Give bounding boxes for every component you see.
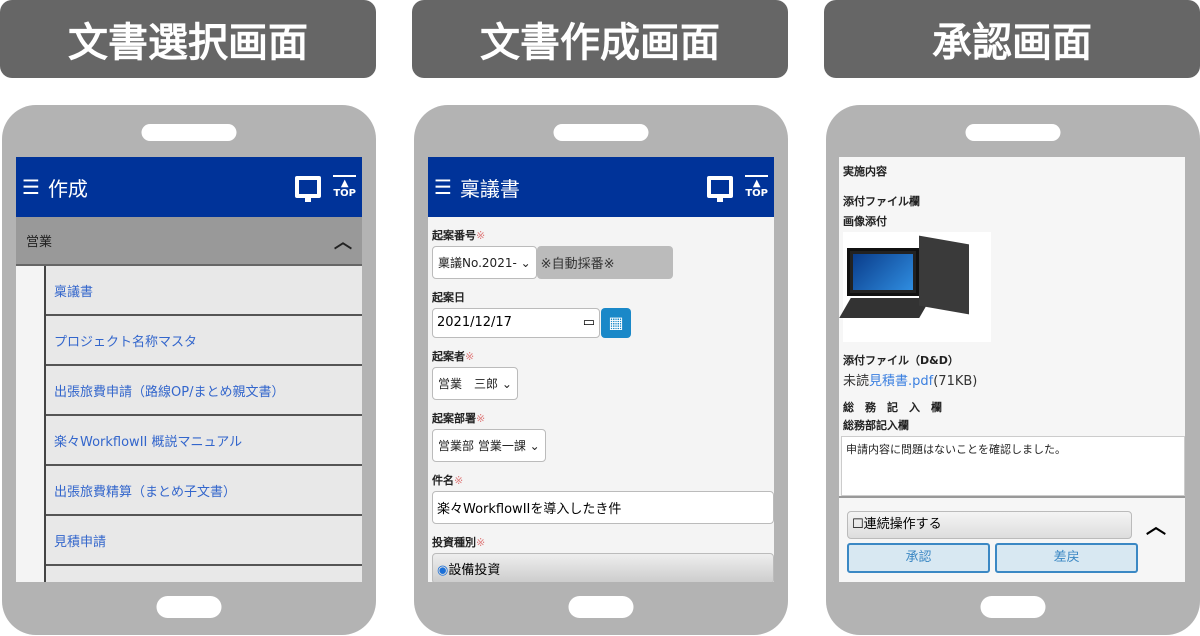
select-screen: ☰ 作成 ▲ TOP 営業 ︿ 稟議書 プロジェクト名称マスタ 出張旅費申請（路線OP/… bbox=[16, 157, 362, 582]
chevron-up-icon[interactable]: ︿ bbox=[1146, 510, 1166, 539]
chevron-up-icon: ︿ bbox=[334, 231, 352, 253]
attach-section: 添付ファイル欄 bbox=[843, 195, 920, 208]
top-button[interactable]: ▲ TOP bbox=[745, 175, 768, 199]
menu-icon[interactable]: ☰ bbox=[22, 175, 40, 199]
auto-number: ※自動採番※ bbox=[536, 246, 673, 279]
ga-textarea[interactable]: 申請内容に問題はないことを確認しました。 bbox=[841, 436, 1185, 496]
author-select[interactable]: 営業 三郎 ⌄ bbox=[432, 367, 518, 400]
dept-select[interactable]: 営業部 営業一課 ⌄ bbox=[432, 429, 546, 462]
header: ☰ 作成 ▲ TOP bbox=[16, 157, 362, 217]
document-item[interactable]: 楽々WorkflowII 概説マニュアル bbox=[46, 416, 362, 466]
action-bar: ☐連続操作する ︿ 承認 差戻 bbox=[839, 496, 1185, 573]
document-item[interactable]: 出張旅費精算（まとめ子文書） bbox=[46, 466, 362, 516]
author-label: 起案者 bbox=[432, 350, 465, 363]
phone-select: ☰ 作成 ▲ TOP 営業 ︿ 稟議書 プロジェクト名称マスタ 出張旅費申請（路線OP/… bbox=[2, 105, 376, 635]
title-approve: 承認画面 bbox=[824, 0, 1200, 78]
type-label: 投資種別 bbox=[432, 536, 476, 549]
phone-approve: 実施内容 添付ファイル欄 画像添付 添付ファイル（D&D） 未読見積書.pdf(… bbox=[826, 105, 1200, 635]
approve-screen: 実施内容 添付ファイル欄 画像添付 添付ファイル（D&D） 未読見積書.pdf(… bbox=[839, 157, 1185, 582]
document-item[interactable]: 稟議書 bbox=[46, 266, 362, 316]
document-item[interactable]: 出張旅費申請（路線OP/まとめ親文書） bbox=[46, 366, 362, 416]
top-button[interactable]: ▲ TOP bbox=[333, 175, 356, 199]
number-select[interactable]: 稟議No.2021- ⌄ bbox=[432, 246, 537, 279]
subject-label: 件名 bbox=[432, 474, 454, 487]
document-item[interactable] bbox=[46, 566, 362, 582]
title-create: 文書作成画面 bbox=[412, 0, 788, 78]
radio-capex[interactable]: ◉設備投資 bbox=[432, 553, 774, 582]
reject-button[interactable]: 差戻 bbox=[995, 543, 1139, 573]
home-button bbox=[980, 596, 1046, 618]
dd-label: 添付ファイル（D&D） bbox=[843, 354, 959, 367]
create-screen: ☰ 稟議書 ▲ TOP 起案番号※ 稟議No.2021- ⌄ ※自動採番※ 起案日 … bbox=[428, 157, 774, 582]
ga-section: 総 務 記 入 欄 bbox=[843, 401, 942, 414]
desktop-icon[interactable] bbox=[295, 176, 322, 202]
subject-input[interactable]: 楽々WorkflowIIを導入したき件 bbox=[432, 491, 774, 524]
desktop-icon[interactable] bbox=[707, 176, 734, 202]
title-select: 文書選択画面 bbox=[0, 0, 376, 78]
speaker bbox=[965, 124, 1061, 141]
image-label: 画像添付 bbox=[843, 215, 887, 228]
header-title: 作成 bbox=[47, 176, 88, 201]
speaker bbox=[553, 124, 649, 141]
document-item[interactable]: 見積申請 bbox=[46, 516, 362, 566]
unread-label: 未読 bbox=[843, 374, 870, 389]
home-button bbox=[568, 596, 634, 618]
content-label: 実施内容 bbox=[843, 165, 887, 178]
dept-label: 起案部署 bbox=[432, 412, 476, 425]
header: ☰ 稟議書 ▲ TOP bbox=[428, 157, 774, 217]
document-item[interactable]: プロジェクト名称マスタ bbox=[46, 316, 362, 366]
number-label: 起案番号 bbox=[432, 229, 476, 242]
file-size: (71KB) bbox=[933, 374, 978, 389]
category-sales[interactable]: 営業 ︿ bbox=[16, 217, 362, 266]
file-link[interactable]: 見積書.pdf bbox=[869, 374, 933, 389]
ga-label: 総務部記入欄 bbox=[843, 419, 909, 432]
document-list: 稟議書 プロジェクト名称マスタ 出張旅費申請（路線OP/まとめ親文書） 楽々Workf… bbox=[44, 266, 362, 582]
home-button bbox=[156, 596, 222, 618]
header-title: 稟議書 bbox=[459, 176, 520, 201]
calendar-icon[interactable]: ▦ bbox=[601, 308, 631, 338]
date-label: 起案日 bbox=[432, 291, 465, 304]
continuous-checkbox[interactable]: ☐連続操作する bbox=[847, 510, 1132, 539]
approve-button[interactable]: 承認 bbox=[847, 543, 990, 573]
phone-create: ☰ 稟議書 ▲ TOP 起案番号※ 稟議No.2021- ⌄ ※自動採番※ 起案日 … bbox=[414, 105, 788, 635]
menu-icon[interactable]: ☰ bbox=[434, 175, 452, 199]
date-input[interactable]: 2021/12/17 ▭ bbox=[432, 308, 600, 338]
laptop-image[interactable] bbox=[839, 232, 991, 342]
speaker bbox=[141, 124, 237, 141]
